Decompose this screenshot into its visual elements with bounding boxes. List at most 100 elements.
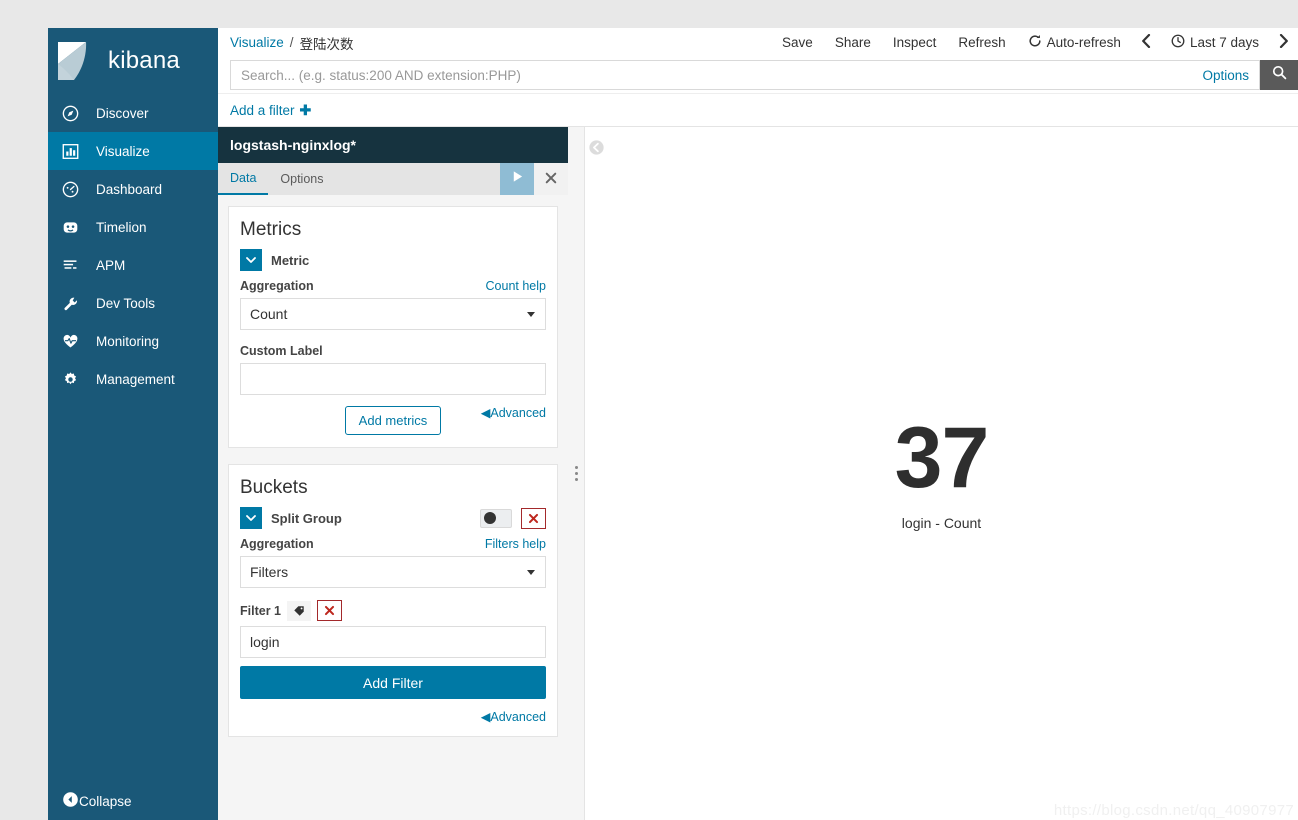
sidebar-item-visualize[interactable]: Visualize [48,132,218,170]
bucket-agg-title: Split Group [271,510,342,526]
add-a-filter-button[interactable]: Add a filter ✚ [230,102,311,119]
bucket-aggregation-select-wrapper: Filters [240,556,546,588]
dashboard-gauge-icon [62,181,92,198]
sidebar-item-timelion[interactable]: Timelion [48,208,218,246]
filter-1-input[interactable] [240,626,546,658]
main-area: Visualize / 登陆次数 Save Share Inspect Refr… [218,28,1298,820]
time-range-picker[interactable]: Last 7 days [1160,28,1270,57]
editor-and-visualization-split: logstash-nginxlog* Data Options Metrics … [218,127,1298,820]
bucket-agg-header: Split Group [240,507,546,529]
share-button[interactable]: Share [824,28,882,57]
drag-handle-icon[interactable] [568,127,584,820]
remove-filter-1-button[interactable] [317,600,342,621]
sidebar-item-dev-tools[interactable]: Dev Tools [48,284,218,322]
tab-options[interactable]: Options [268,163,335,195]
time-prev-button[interactable] [1132,28,1160,57]
time-next-button[interactable] [1270,28,1298,57]
apm-lines-icon [62,257,92,274]
discard-changes-button[interactable] [534,163,568,195]
metric-label: login - Count [901,514,982,531]
advanced-caret-icon: ◀ [480,710,491,724]
kibana-brand-name: kibana [108,47,180,74]
add-filter-button[interactable]: Add Filter [240,666,546,699]
query-input-wrapper: Options [230,60,1260,90]
custom-label-input[interactable] [240,363,546,395]
metric-aggregation-select[interactable]: Count [240,298,546,330]
sidebar-item-monitoring[interactable]: Monitoring [48,322,218,360]
search-icon [1272,65,1287,85]
editor-scroll-region[interactable]: Metrics Metric Aggregation Count help Co… [218,195,568,820]
drag-handle-dots [574,466,578,481]
tabs-spacer [336,163,501,195]
buckets-advanced-label: Advanced [490,710,546,724]
metric-aggregation-label-row: Aggregation Count help [240,279,546,293]
sidebar-item-apm[interactable]: APM [48,246,218,284]
metrics-title: Metrics [240,219,302,240]
advanced-caret-icon: ◀ [480,406,491,420]
top-nav-bar: Visualize / 登陆次数 Save Share Inspect Refr… [218,28,1298,57]
inspect-button[interactable]: Inspect [882,28,948,57]
buckets-card: Buckets Split Group Aggregation Filters … [228,464,558,737]
label-tag-icon[interactable] [287,600,311,621]
breadcrumb-visualize-link[interactable]: Visualize [230,35,284,50]
sidebar-item-label: Monitoring [96,333,160,349]
toggle-knob [484,512,496,524]
global-nav-sidebar: kibana Discover Visualize Dashboard Time [48,28,218,820]
query-options-button[interactable]: Options [1192,68,1259,83]
filter-1-label: Filter 1 [240,603,281,618]
sidebar-item-management[interactable]: Management [48,360,218,398]
search-submit-button[interactable] [1260,60,1298,90]
custom-label-label: Custom Label [240,344,323,358]
sidebar-item-dashboard[interactable]: Dashboard [48,170,218,208]
enable-toggle-icon[interactable] [480,508,512,528]
dot [574,478,578,481]
sidebar-item-discover[interactable]: Discover [48,94,218,132]
gear-icon [62,371,92,388]
breadcrumb-current: 登陆次数 [299,36,354,52]
chevron-down-icon[interactable] [240,249,262,271]
close-x-icon [545,172,557,187]
wrench-icon [62,295,92,312]
search-input[interactable] [231,61,1193,89]
bucket-aggregation-label-row: Aggregation Filters help [240,537,546,551]
sidebar-collapse-button[interactable]: Collapse [48,782,218,820]
metric-agg-header: Metric [240,249,546,271]
chevron-left-icon [1141,33,1151,52]
dot [574,466,578,469]
metric-aggregation-label: Aggregation [240,279,314,293]
auto-refresh-button[interactable]: Auto-refresh [1017,28,1132,57]
filter-1-label-row: Filter 1 [240,600,546,621]
refresh-cycle-icon [1028,34,1042,51]
plus-icon: ✚ [299,101,312,118]
refresh-button[interactable]: Refresh [947,28,1016,57]
save-button[interactable]: Save [771,28,824,57]
time-range-label: Last 7 days [1189,35,1259,50]
metric-agg-title: Metric [271,252,310,268]
auto-refresh-label: Auto-refresh [1046,35,1121,50]
metric-aggregation-select-wrapper: Count [240,298,546,330]
chevron-down-icon[interactable] [240,507,262,529]
gap [240,330,546,344]
bucket-aggregation-select[interactable]: Filters [240,556,546,588]
sidebar-item-label: Dashboard [96,181,163,197]
apply-changes-button[interactable] [500,163,534,195]
dot [574,472,578,475]
clock-icon [1171,34,1185,51]
timelion-icon [62,219,92,236]
breadcrumb: Visualize / 登陆次数 [218,33,354,53]
metrics-card: Metrics Metric Aggregation Count help Co… [228,206,558,448]
count-help-link[interactable]: Count help [486,279,546,293]
remove-bucket-button[interactable] [521,507,546,529]
filters-help-link[interactable]: Filters help [485,537,546,551]
sidebar-item-label: Timelion [96,219,147,235]
add-metrics-button[interactable]: Add metrics [344,406,442,435]
custom-label-row: Custom Label [240,344,546,358]
breadcrumb-separator: / [289,35,294,50]
metric-visualization: 37 login - Count [585,127,1298,820]
buckets-advanced-toggle[interactable]: ◀Advanced [240,709,546,724]
tab-data[interactable]: Data [218,163,269,195]
sidebar-item-label: APM [96,257,126,273]
index-pattern-title: logstash-nginxlog* [218,127,568,163]
kibana-app-window: kibana Discover Visualize Dashboard Time [48,28,1298,820]
sidebar-item-label: Discover [96,105,149,121]
